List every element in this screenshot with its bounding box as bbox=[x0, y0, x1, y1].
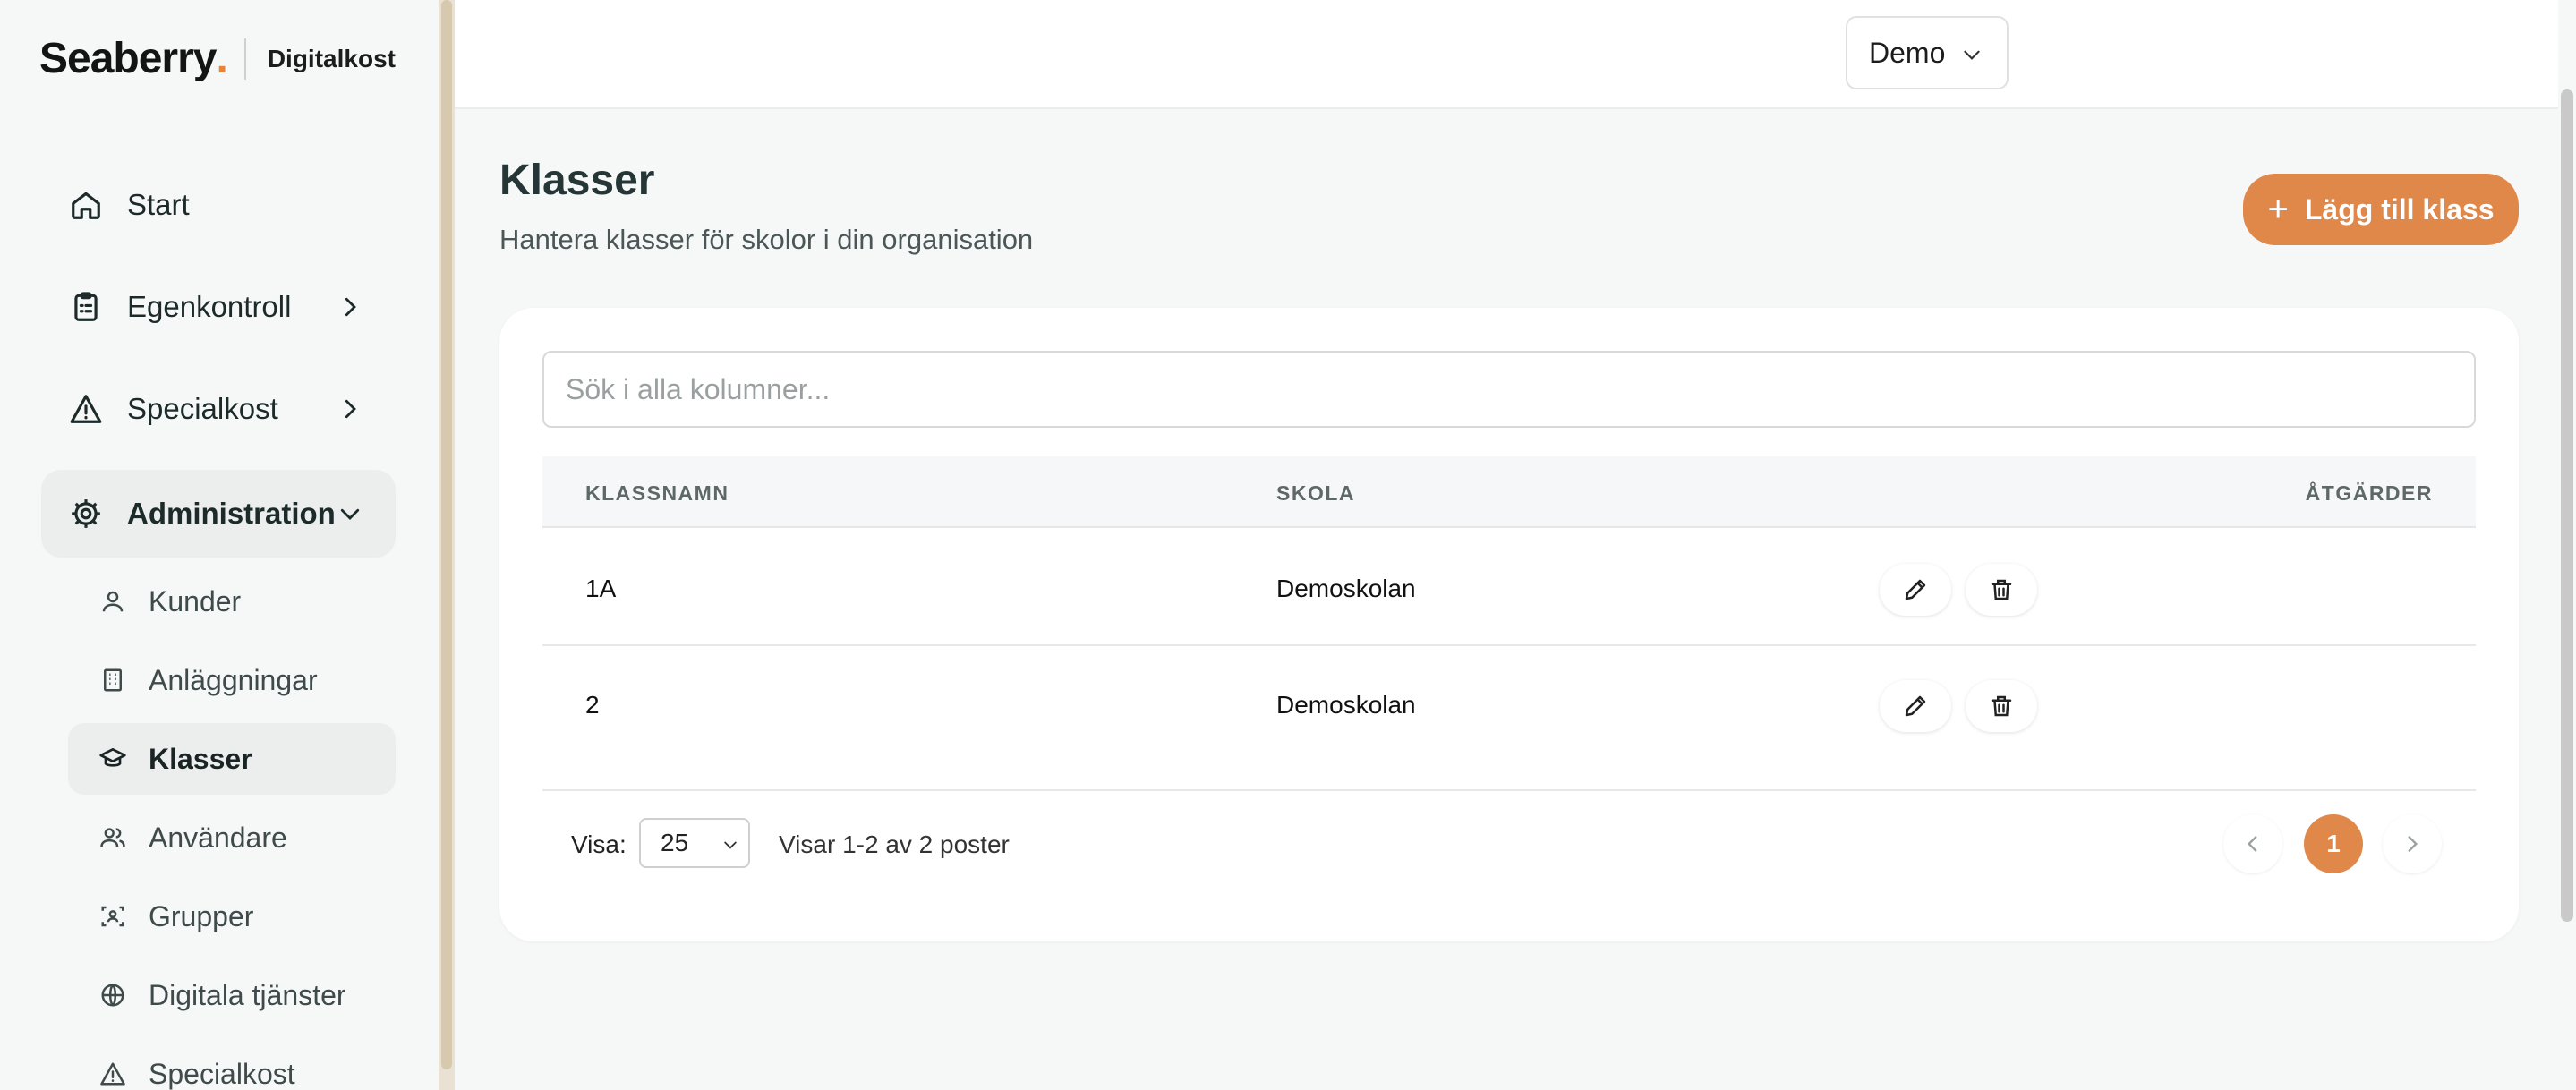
group-icon bbox=[98, 902, 127, 931]
page-size-label: Visa: bbox=[571, 830, 627, 858]
page-size-value: 25 bbox=[661, 829, 689, 856]
sidebar-item-specialkost-admin[interactable]: Specialkost bbox=[68, 1038, 396, 1090]
trash-icon bbox=[1991, 579, 2012, 600]
sidebar-item-grupper[interactable]: Grupper bbox=[68, 881, 396, 952]
page-title: Klasser bbox=[499, 157, 655, 204]
top-bar: Demo bbox=[455, 0, 2558, 109]
sidebar-item-anlaggningar[interactable]: Anläggningar bbox=[68, 644, 396, 716]
sidebar-item-label: Grupper bbox=[149, 899, 254, 932]
sidebar-scrollbar[interactable] bbox=[439, 0, 455, 1090]
plus-icon: + bbox=[2267, 190, 2289, 229]
search-input[interactable] bbox=[542, 351, 2476, 428]
add-class-button[interactable]: + Lägg till klass bbox=[2243, 174, 2519, 245]
brand[interactable]: Seaberry. Digitalkost bbox=[39, 34, 396, 83]
main-scrollbar-thumb[interactable] bbox=[2561, 89, 2573, 922]
sidebar-item-label: Specialkost bbox=[127, 392, 278, 425]
table-footer-divider bbox=[542, 789, 2476, 791]
sidebar-item-anvandare[interactable]: Användare bbox=[68, 802, 396, 873]
sidebar-item-kunder[interactable]: Kunder bbox=[68, 566, 396, 637]
users-icon bbox=[98, 823, 127, 852]
sidebar-scrollbar-thumb[interactable] bbox=[441, 0, 452, 1069]
organization-select[interactable]: Demo bbox=[1846, 16, 2009, 89]
sidebar-item-label: Kunder bbox=[149, 584, 242, 617]
sidebar-item-label: Start bbox=[127, 188, 190, 221]
gear-icon bbox=[68, 496, 104, 532]
sidebar-item-label: Klasser bbox=[149, 742, 252, 775]
brand-logo: Seaberry bbox=[39, 35, 217, 82]
user-icon bbox=[98, 587, 127, 616]
brand-separator bbox=[243, 38, 246, 80]
table-row: 1A Demoskolan bbox=[542, 530, 2476, 646]
main-scrollbar[interactable] bbox=[2558, 89, 2576, 922]
page-subtitle: Hantera klasser för skolor i din organis… bbox=[499, 224, 1034, 255]
globe-icon bbox=[98, 981, 127, 1009]
sidebar-item-label: Administration bbox=[127, 497, 336, 530]
home-icon bbox=[68, 187, 104, 223]
edit-button[interactable] bbox=[1880, 680, 1951, 732]
column-header-actions: ÅTGÄRDER bbox=[2305, 481, 2433, 505]
sidebar-item-klasser[interactable]: Klasser bbox=[68, 723, 396, 795]
chevron-left-icon bbox=[2247, 836, 2257, 852]
chevron-down-icon bbox=[1964, 50, 1980, 60]
chevron-down-icon bbox=[724, 841, 737, 849]
brand-product: Digitalkost bbox=[267, 44, 396, 72]
table-row: 2 Demoskolan bbox=[542, 646, 2476, 762]
brand-logo-dot: . bbox=[216, 35, 228, 82]
chevron-down-icon bbox=[340, 508, 360, 520]
sidebar-item-start[interactable]: Start bbox=[41, 161, 396, 249]
page-button-current[interactable]: 1 bbox=[2304, 814, 2363, 873]
trash-icon bbox=[1991, 695, 2012, 717]
sidebar-item-label: Anläggningar bbox=[149, 663, 318, 696]
sidebar-item-administration[interactable]: Administration bbox=[41, 470, 396, 558]
warning-icon bbox=[68, 391, 104, 427]
pencil-icon bbox=[1905, 579, 1926, 600]
clipboard-icon bbox=[68, 289, 104, 325]
sidebar-item-label: Specialkost bbox=[149, 1057, 295, 1090]
class-name-cell: 2 bbox=[585, 691, 600, 719]
chevron-right-icon bbox=[345, 297, 356, 317]
next-page-button[interactable] bbox=[2383, 814, 2442, 873]
chevron-right-icon bbox=[2408, 836, 2418, 852]
previous-page-button[interactable] bbox=[2223, 814, 2282, 873]
pencil-icon bbox=[1905, 695, 1926, 717]
sidebar-item-digitala-tjanster[interactable]: Digitala tjänster bbox=[68, 959, 396, 1031]
building-icon bbox=[98, 666, 127, 694]
graduation-cap-icon bbox=[98, 745, 127, 773]
sidebar-item-label: Användare bbox=[149, 821, 287, 854]
warning-icon bbox=[98, 1060, 127, 1088]
classes-card: KLASSNAMN SKOLA ÅTGÄRDER 1A Demoskolan 2… bbox=[499, 308, 2519, 941]
edit-button[interactable] bbox=[1880, 564, 1951, 616]
delete-button[interactable] bbox=[1966, 680, 2037, 732]
table-header: KLASSNAMN SKOLA ÅTGÄRDER bbox=[542, 456, 2476, 528]
chevron-right-icon bbox=[345, 399, 356, 419]
school-cell: Demoskolan bbox=[1276, 691, 1416, 719]
add-class-button-label: Lägg till klass bbox=[2304, 192, 2495, 226]
school-cell: Demoskolan bbox=[1276, 575, 1416, 602]
delete-button[interactable] bbox=[1966, 564, 2037, 616]
organization-select-value: Demo bbox=[1869, 36, 1946, 69]
column-header-class-name[interactable]: KLASSNAMN bbox=[585, 481, 729, 506]
sidebar-item-specialkost[interactable]: Specialkost bbox=[41, 365, 396, 453]
sidebar-item-egenkontroll[interactable]: Egenkontroll bbox=[41, 263, 396, 351]
column-header-school[interactable]: SKOLA bbox=[1276, 481, 1355, 506]
page-size-select[interactable]: 25 bbox=[639, 818, 750, 868]
sidebar-item-label: Digitala tjänster bbox=[149, 978, 346, 1011]
sidebar-item-label: Egenkontroll bbox=[127, 290, 292, 323]
class-name-cell: 1A bbox=[585, 575, 617, 602]
pagination-summary: Visar 1-2 av 2 poster bbox=[779, 830, 1010, 858]
sidebar: Seaberry. Digitalkost Start Egenkontroll… bbox=[0, 0, 439, 1090]
